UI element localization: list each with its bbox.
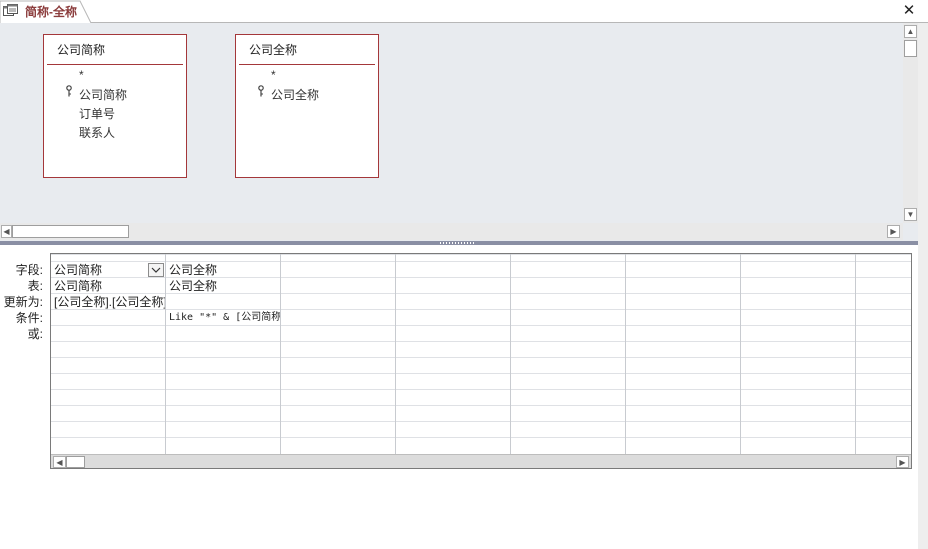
grid-cell-table[interactable]: 公司全称: [166, 278, 280, 294]
table-title: 公司全称: [249, 43, 298, 57]
grid-row-line: [51, 254, 911, 255]
query-design-pane: 公司简称 * 公司简称 订单号 联系人 公司全称 * 公司全称 ▲ ▼ ◀ ▶: [0, 23, 920, 241]
table-box-公司全称[interactable]: 公司全称 * 公司全称: [235, 34, 379, 178]
grid-cell-field[interactable]: 公司简称: [51, 262, 147, 278]
table-title-separator: [47, 64, 183, 65]
query-design-grid[interactable]: 公司简称 公司简称 [公司全称].[公司全称] 公司全称 公司全称 Like "…: [50, 253, 912, 469]
grid-horizontal-scrollbar[interactable]: ◀ ▶: [51, 454, 911, 468]
query-icon: [3, 4, 18, 16]
table-box-公司简称[interactable]: 公司简称 * 公司简称 订单号 联系人: [43, 34, 187, 178]
row-label-update-to: 更新为:: [3, 295, 43, 309]
grid-cell-or[interactable]: [166, 326, 280, 342]
document-tab-bar: 简称-全称 ✕: [0, 0, 928, 23]
grid-row-line: [51, 405, 911, 406]
splitter-grip: [440, 242, 476, 244]
scroll-down-icon[interactable]: ▼: [904, 208, 917, 221]
scroll-thumb[interactable]: [12, 225, 129, 238]
grid-column-line: [855, 254, 856, 454]
grid-column-line: [740, 254, 741, 454]
field-item[interactable]: 公司全称: [271, 86, 319, 103]
scroll-right-icon[interactable]: ▶: [896, 456, 909, 468]
grid-cell-field[interactable]: 公司全称: [166, 262, 280, 278]
scroll-up-icon[interactable]: ▲: [904, 25, 917, 38]
grid-column-line: [280, 254, 281, 454]
grid-cell-update-to[interactable]: [166, 294, 280, 310]
scroll-right-icon[interactable]: ▶: [887, 225, 900, 238]
row-label-table: 表:: [27, 279, 43, 293]
field-item[interactable]: *: [79, 68, 84, 82]
scroll-thumb[interactable]: [904, 40, 917, 57]
row-label-or: 或:: [27, 327, 43, 341]
grid-row-line: [51, 421, 911, 422]
document-tab[interactable]: 简称-全称: [0, 0, 92, 23]
close-icon[interactable]: ✕: [900, 2, 918, 20]
scroll-left-icon[interactable]: ◀: [53, 456, 66, 468]
grid-row-line: [51, 357, 911, 358]
tab-title: 简称-全称: [25, 5, 77, 19]
grid-column-line: [395, 254, 396, 454]
grid-cell-criteria[interactable]: [51, 310, 165, 326]
upper-horizontal-scrollbar[interactable]: ◀ ▶: [0, 223, 903, 240]
window-right-edge: [918, 23, 928, 549]
field-item[interactable]: 公司简称: [79, 86, 127, 103]
scroll-thumb[interactable]: [66, 456, 85, 468]
field-item[interactable]: 联系人: [79, 124, 115, 141]
grid-cell-table[interactable]: 公司简称: [51, 278, 165, 294]
chevron-down-icon[interactable]: [148, 263, 164, 277]
row-label-field: 字段:: [15, 263, 43, 277]
grid-row-line: [51, 373, 911, 374]
grid-column-line: [510, 254, 511, 454]
grid-cell-or[interactable]: [51, 326, 165, 342]
table-title: 公司简称: [57, 43, 106, 57]
key-icon: [258, 85, 264, 97]
grid-column-line: [625, 254, 626, 454]
field-item[interactable]: *: [271, 68, 276, 82]
table-title-separator: [239, 64, 375, 65]
scroll-left-icon[interactable]: ◀: [1, 225, 12, 238]
design-grid-row-labels: 字段: 表: 更新为: 条件: 或:: [0, 262, 43, 342]
field-item[interactable]: 订单号: [79, 105, 115, 122]
pane-splitter[interactable]: [0, 241, 918, 245]
grid-cell-criteria[interactable]: Like "*" & [公司简称]: [166, 310, 280, 326]
grid-row-line: [51, 389, 911, 390]
upper-vertical-scrollbar[interactable]: ▲ ▼: [903, 23, 918, 223]
grid-row-line: [51, 437, 911, 438]
key-icon: [66, 85, 72, 97]
grid-cell-update-to[interactable]: [公司全称].[公司全称]: [51, 294, 165, 310]
row-label-criteria: 条件:: [15, 311, 43, 325]
